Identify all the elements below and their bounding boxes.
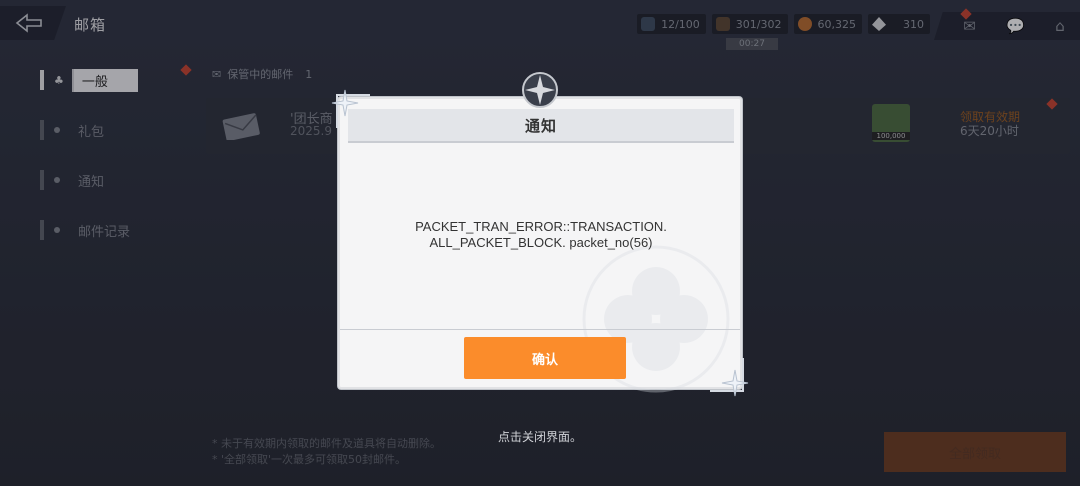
compass-emblem-icon	[522, 72, 558, 108]
notice-dialog: 通知 PACKET_TRAN_ERROR::TRANSACTION. ALL_P…	[338, 97, 742, 393]
dialog-message: PACKET_TRAN_ERROR::TRANSACTION. ALL_PACK…	[360, 219, 722, 251]
confirm-button[interactable]: 确认	[464, 337, 626, 379]
sparkle-icon	[721, 369, 749, 397]
dialog-title: 通知	[524, 116, 557, 135]
dialog-divider	[340, 329, 740, 330]
sparkle-icon	[331, 89, 359, 117]
dialog-header: 通知	[348, 109, 734, 143]
message-line: ALL_PACKET_BLOCK. packet_no(56)	[429, 235, 653, 250]
message-line: PACKET_TRAN_ERROR::TRANSACTION.	[415, 219, 667, 234]
tap-to-close-hint: 点击关闭界面。	[497, 430, 582, 444]
